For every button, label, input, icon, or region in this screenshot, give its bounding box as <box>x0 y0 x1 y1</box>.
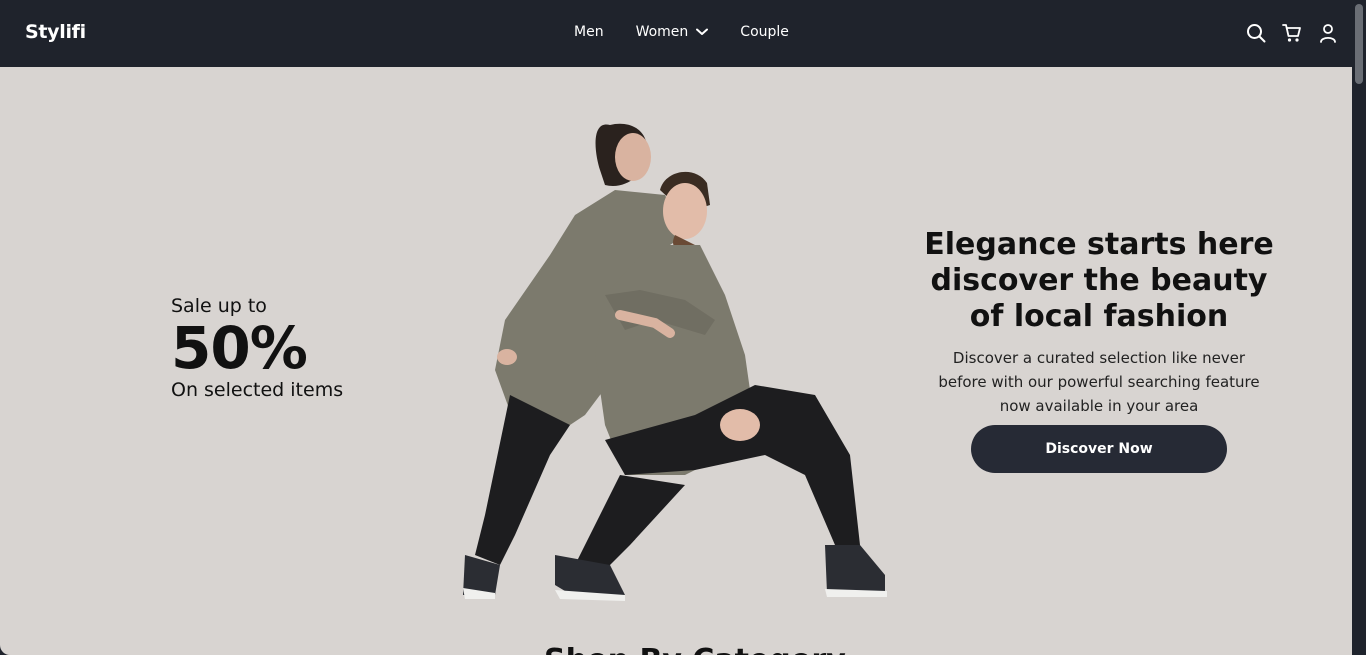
top-navbar: Stylifi Men Women Couple <box>0 0 1352 67</box>
discover-now-button[interactable]: Discover Now <box>971 425 1227 473</box>
nav-item-label: Men <box>574 24 604 40</box>
hero-banner: Sale up to 50% On selected items Eleganc… <box>0 67 1352 655</box>
search-icon[interactable] <box>1246 22 1266 44</box>
nav-item-label: Couple <box>740 24 789 40</box>
hero-headline: Elegance starts here discover the beauty… <box>924 227 1274 334</box>
nav-item-women[interactable]: Women <box>636 24 709 40</box>
sale-block: Sale up to 50% On selected items <box>171 295 343 401</box>
hero-description: Discover a curated selection like never … <box>938 349 1260 415</box>
sale-percentage: 50% <box>171 314 308 382</box>
nav-item-label: Women <box>635 24 689 40</box>
section-heading: Shop By Category <box>544 643 846 655</box>
page-scrollbar[interactable] <box>1352 0 1366 655</box>
user-icon[interactable] <box>1318 22 1338 44</box>
main-nav: Men Women Couple <box>574 24 789 40</box>
cart-icon[interactable] <box>1282 22 1302 44</box>
couple-photo <box>463 123 887 601</box>
sale-caption: On selected items <box>171 379 344 401</box>
nav-item-couple[interactable]: Couple <box>740 24 789 40</box>
scrollbar-thumb[interactable] <box>1355 4 1363 84</box>
nav-item-men[interactable]: Men <box>574 24 604 40</box>
chevron-down-icon <box>696 28 709 36</box>
brand-logo[interactable]: Stylifi <box>25 21 86 43</box>
nav-icon-group <box>1246 22 1338 44</box>
